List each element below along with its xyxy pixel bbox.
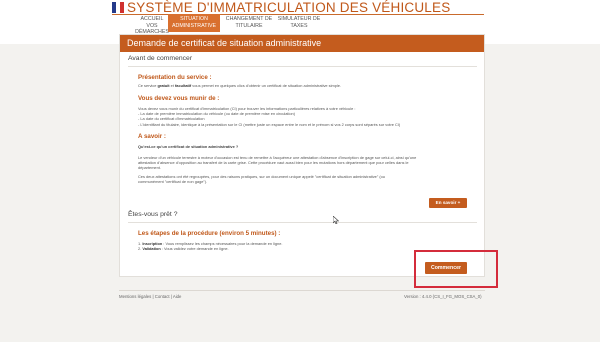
nav-item-situation-administrative[interactable]: Situation administrative	[168, 14, 220, 32]
nav-label-line2: titulaire	[235, 22, 263, 29]
savoir-subheading: Qu'est-ce qu'un certificat de situation …	[138, 144, 239, 149]
footer-links[interactable]: Mentions légales | Contact | Aide	[119, 294, 181, 299]
nav-label-line2: taxes	[290, 22, 308, 29]
munir-text: Vous devez vous munir du certificat d'im…	[138, 106, 401, 127]
panel-title: Demande de certificat de situation admin…	[120, 35, 484, 52]
savoir-text: Le vendeur d'un véhicule terrestre à mot…	[138, 155, 417, 184]
section-divider	[128, 66, 477, 67]
footer-divider	[119, 290, 485, 291]
mouse-cursor-icon	[333, 216, 339, 224]
nav-label-line1: Simulateur de	[277, 16, 321, 22]
section-avant-commencer: Avant de commencer	[128, 55, 193, 62]
section-etes-vous-pret: Êtes-vous prêt ?	[128, 211, 178, 218]
site-title: SYSTÈME D'IMMATRICULATION DES VÉHICULES	[127, 0, 451, 15]
heading-presentation: Présentation du service :	[138, 74, 212, 81]
heading-etapes: Les étapes de la procédure (environ 5 mi…	[138, 230, 281, 237]
list-item: 2. Validation : Vous validez votre deman…	[138, 246, 229, 252]
footer-version: Version : 4.4.0 (CS_I_FG_MOS_CSA_0)	[404, 294, 482, 299]
nav-label-line2: administrative	[171, 22, 217, 29]
nav-label-line1: Changement de	[225, 16, 273, 22]
request-panel: Demande de certificat de situation admin…	[119, 34, 485, 277]
heading-a-savoir: A savoir :	[138, 133, 166, 140]
section-divider	[128, 222, 477, 223]
nav-item-simulateur-taxes[interactable]: Simulateur de taxes	[276, 16, 322, 29]
highlight-box	[414, 250, 498, 288]
presentation-text: Ce service gratuit et facultatif vous pe…	[138, 83, 341, 88]
nav-item-changement-titulaire[interactable]: Changement de titulaire	[224, 16, 274, 29]
french-flag-logo	[112, 2, 124, 13]
en-savoir-plus-button[interactable]: En savoir +	[429, 198, 467, 208]
etapes-list: 1. Inscription : Vous remplissez les cha…	[138, 241, 282, 251]
heading-munir: Vous devez vous munir de :	[138, 95, 220, 102]
